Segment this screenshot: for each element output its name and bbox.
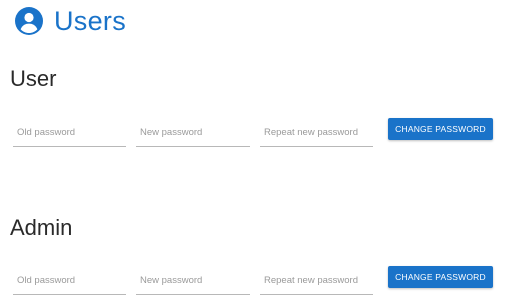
page-title: Users bbox=[54, 6, 127, 36]
section-title-user: User bbox=[10, 66, 57, 91]
user-change-password-button[interactable]: CHANGE PASSWORD bbox=[388, 118, 493, 140]
admin-repeat-password-input[interactable] bbox=[260, 266, 373, 294]
user-new-password-field bbox=[136, 118, 250, 147]
user-old-password-field bbox=[13, 118, 126, 147]
user-old-password-input[interactable] bbox=[13, 118, 126, 146]
admin-new-password-input[interactable] bbox=[136, 266, 250, 294]
user-repeat-password-field bbox=[260, 118, 373, 147]
admin-old-password-field bbox=[13, 266, 126, 295]
page-header: Users bbox=[13, 4, 126, 38]
user-password-form: CHANGE PASSWORD bbox=[0, 118, 506, 150]
admin-repeat-password-field bbox=[260, 266, 373, 295]
admin-new-password-field bbox=[136, 266, 250, 295]
account-circle-icon bbox=[13, 5, 45, 37]
user-repeat-password-input[interactable] bbox=[260, 118, 373, 146]
user-new-password-input[interactable] bbox=[136, 118, 250, 146]
admin-old-password-input[interactable] bbox=[13, 266, 126, 294]
section-title-admin: Admin bbox=[10, 215, 73, 240]
admin-change-password-button[interactable]: CHANGE PASSWORD bbox=[388, 266, 493, 288]
admin-password-form: CHANGE PASSWORD bbox=[0, 266, 506, 298]
